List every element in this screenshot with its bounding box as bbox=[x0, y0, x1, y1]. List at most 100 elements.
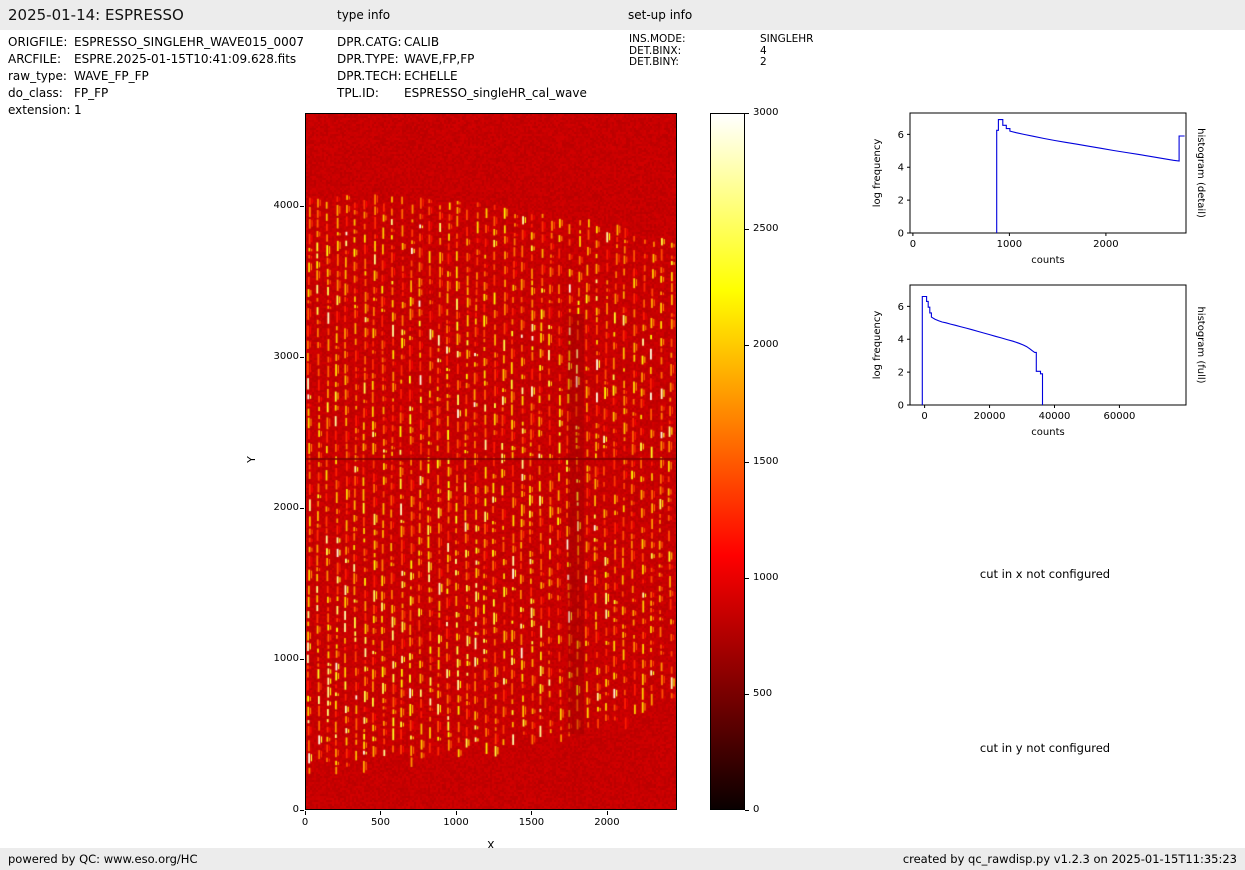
y-tick-label: 2 bbox=[898, 368, 904, 379]
tick-label: 3000 bbox=[273, 350, 299, 362]
meta-row: DPR.TYPE: WAVE,FP,FP bbox=[337, 51, 587, 68]
tick-mark bbox=[531, 811, 533, 815]
meta-value: WAVE_FP_FP bbox=[74, 69, 149, 83]
metadata-file-column: ORIGFILE: ESPRESSO_SINGLEHR_WAVE015_0007 A… bbox=[8, 34, 304, 119]
tick-label: 2000 bbox=[594, 817, 620, 828]
tick-mark bbox=[300, 356, 304, 358]
tick-label: 500 bbox=[370, 817, 391, 828]
meta-key: DPR.TECH: bbox=[337, 69, 402, 83]
x-tick-label: 60000 bbox=[1104, 411, 1136, 422]
y-tick-label: 0 bbox=[898, 401, 904, 412]
tick-label: 500 bbox=[753, 687, 773, 699]
tick-label: 2000 bbox=[273, 501, 299, 513]
meta-key: raw_type: bbox=[8, 69, 67, 83]
y-tick-label: 4 bbox=[898, 335, 904, 346]
tick-mark bbox=[745, 229, 749, 231]
type-info-label: type info bbox=[337, 8, 391, 22]
histogram-full-plot: 0 20000 40000 60000 0 2 4 6 counts log frequency h… bbox=[872, 284, 1206, 438]
y-tick-label: 6 bbox=[898, 130, 904, 141]
tick-label: 1000 bbox=[273, 652, 299, 664]
meta-key: ARCFILE: bbox=[8, 52, 62, 66]
meta-key: INS.MODE: bbox=[629, 33, 686, 45]
x-tick-label: 1000 bbox=[997, 239, 1022, 250]
hist-xlabel: counts bbox=[1031, 427, 1064, 438]
raw-frame-image bbox=[306, 114, 676, 809]
hist-ylabel: log frequency bbox=[872, 139, 883, 208]
x-tick-label: 20000 bbox=[974, 411, 1006, 422]
meta-value: SINGLEHR bbox=[760, 33, 814, 45]
hist-line bbox=[996, 119, 1185, 233]
plot-frame bbox=[909, 112, 1187, 234]
meta-value: ESPRESSO_SINGLEHR_WAVE015_0007 bbox=[74, 35, 304, 49]
tick-label: 3000 bbox=[753, 107, 779, 118]
meta-value: ECHELLE bbox=[404, 69, 458, 83]
meta-key: ORIGFILE: bbox=[8, 35, 68, 49]
meta-value: 1 bbox=[74, 103, 82, 117]
footer-created-by: created by qc_rawdisp.py v1.2.3 on 2025-… bbox=[902, 852, 1237, 866]
meta-value: FP_FP bbox=[74, 86, 109, 100]
y-tick-label: 4 bbox=[898, 163, 904, 174]
page-title: 2025-01-14: ESPRESSO bbox=[8, 6, 184, 24]
tick-mark bbox=[745, 345, 749, 347]
meta-value: WAVE,FP,FP bbox=[404, 52, 475, 66]
meta-value: CALIB bbox=[404, 35, 440, 49]
meta-key: DET.BINY: bbox=[629, 56, 679, 68]
tick-label: 2500 bbox=[753, 223, 779, 235]
meta-row: TPL.ID: ESPRESSO_singleHR_cal_wave bbox=[337, 85, 587, 102]
main-plot-ylabel: Y bbox=[244, 456, 258, 463]
meta-row: INS.MODE: SINGLEHR bbox=[629, 33, 814, 46]
meta-row: ORIGFILE: ESPRESSO_SINGLEHR_WAVE015_0007 bbox=[8, 34, 304, 51]
metadata-type-column: DPR.CATG: CALIB DPR.TYPE: WAVE,FP,FP DPR.TEC… bbox=[337, 34, 587, 102]
y-tick-label: 6 bbox=[898, 302, 904, 313]
metadata-setup-column: INS.MODE: SINGLEHR DET.BINX: 4 DET.BINY: 2 bbox=[629, 33, 814, 69]
tick-label: 4000 bbox=[273, 199, 299, 211]
tick-label: 0 bbox=[301, 817, 309, 828]
tick-mark bbox=[300, 810, 304, 811]
tick-label: 1500 bbox=[518, 817, 545, 828]
tick-mark bbox=[745, 810, 749, 811]
tick-mark bbox=[380, 811, 382, 815]
tick-mark bbox=[300, 205, 304, 207]
meta-row: ARCFILE: ESPRE.2025-01-15T10:41:09.628.fi… bbox=[8, 51, 304, 68]
plot-frame bbox=[909, 284, 1187, 406]
tick-mark bbox=[745, 693, 749, 695]
setup-info-label: set-up info bbox=[628, 8, 693, 22]
y-tick-label: 0 bbox=[898, 229, 904, 240]
tick-label: 1500 bbox=[753, 455, 779, 467]
tick-label: 1000 bbox=[753, 571, 779, 583]
x-tick-label: 0 bbox=[910, 239, 916, 250]
hist-ylabel: log frequency bbox=[872, 311, 883, 380]
tick-mark bbox=[300, 658, 304, 660]
raw-frame-plot bbox=[305, 113, 677, 810]
header-bar: 2025-01-14: ESPRESSO type info set-up in… bbox=[0, 0, 1245, 30]
colorbar bbox=[710, 113, 745, 810]
cut-y-note: cut in y not configured bbox=[979, 741, 1111, 755]
tick-mark bbox=[745, 577, 749, 579]
tick-mark bbox=[745, 461, 749, 463]
meta-value: ESPRE.2025-01-15T10:41:09.628.fits bbox=[74, 52, 297, 66]
meta-key: TPL.ID: bbox=[337, 86, 379, 100]
tick-mark bbox=[606, 811, 608, 815]
hist-xlabel: counts bbox=[1031, 255, 1064, 266]
x-tick-label: 40000 bbox=[1039, 411, 1071, 422]
meta-row: extension: 1 bbox=[8, 102, 304, 119]
cut-x-note: cut in x not configured bbox=[979, 567, 1111, 581]
meta-key: extension: bbox=[8, 103, 71, 117]
meta-key: DPR.CATG: bbox=[337, 35, 402, 49]
meta-row: do_class: FP_FP bbox=[8, 85, 304, 102]
meta-row: raw_type: WAVE_FP_FP bbox=[8, 68, 304, 85]
tick-mark bbox=[305, 811, 306, 815]
footer-bar: powered by QC: www.eso.org/HC created by… bbox=[0, 848, 1245, 870]
meta-key: do_class: bbox=[8, 86, 63, 100]
meta-value: ESPRESSO_singleHR_cal_wave bbox=[404, 86, 587, 100]
hist-line bbox=[921, 295, 1044, 405]
y-tick-label: 2 bbox=[898, 196, 904, 207]
tick-label: 2000 bbox=[753, 339, 779, 351]
meta-value: 2 bbox=[760, 56, 767, 68]
tick-label: 1000 bbox=[443, 817, 469, 828]
tick-label: 0 bbox=[753, 804, 760, 815]
x-tick-label: 0 bbox=[921, 411, 927, 422]
x-tick-label: 2000 bbox=[1093, 239, 1118, 250]
meta-row: DPR.CATG: CALIB bbox=[337, 34, 587, 51]
meta-key: DPR.TYPE: bbox=[337, 52, 399, 66]
